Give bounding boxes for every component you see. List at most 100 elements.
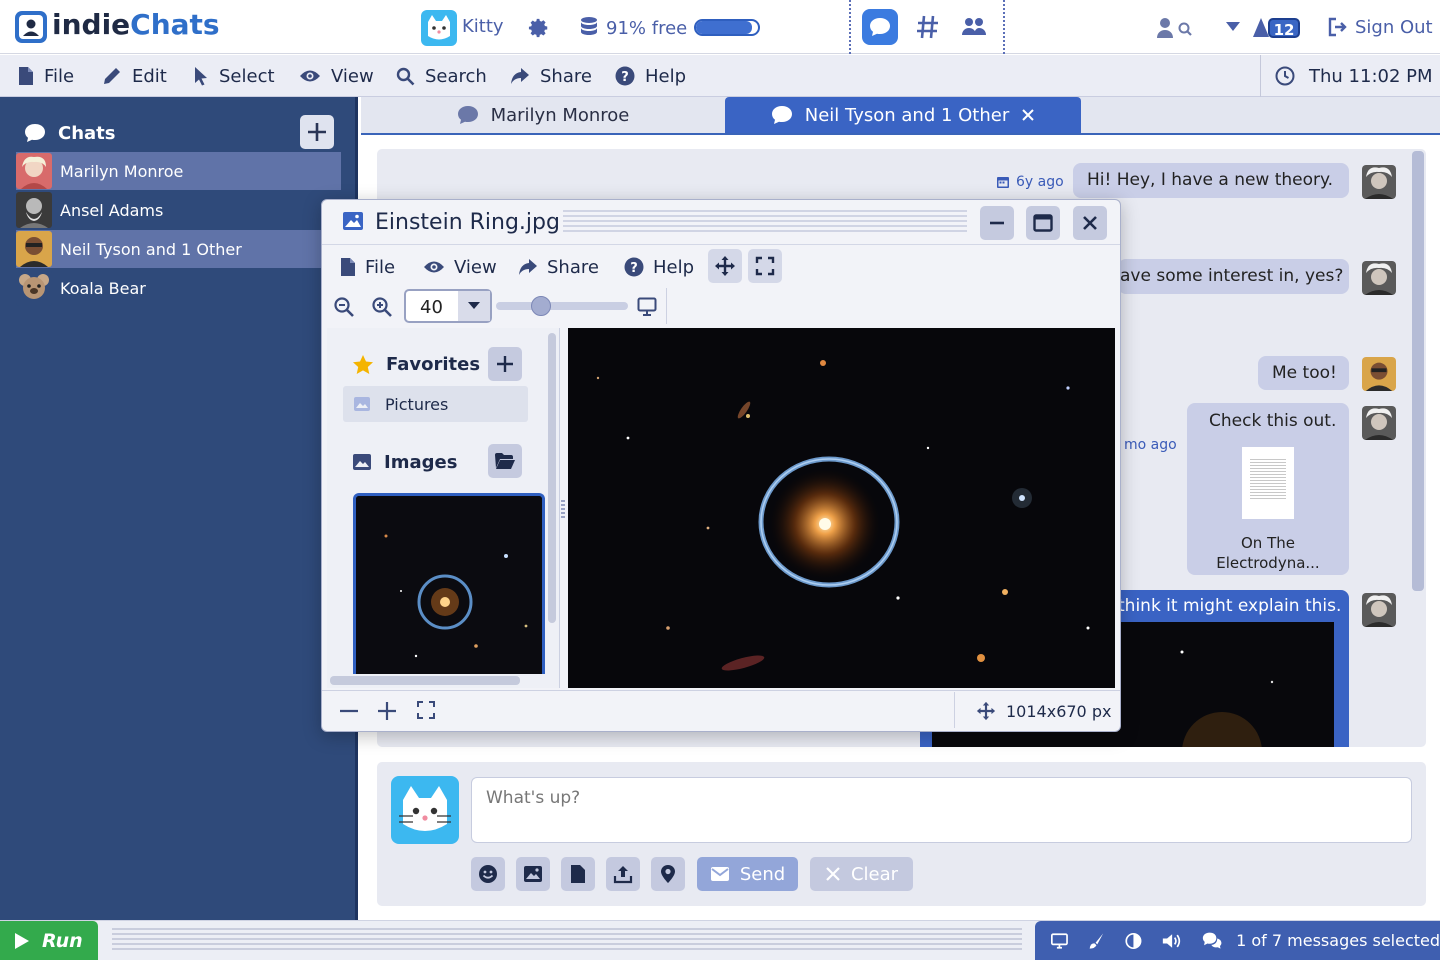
favorite-pictures[interactable]: Pictures	[343, 386, 528, 422]
file-icon	[341, 258, 355, 276]
image-icon	[353, 454, 371, 470]
zoom-in-button[interactable]	[376, 700, 398, 722]
contact-marilyn-monroe[interactable]: Marilyn Monroe	[16, 152, 341, 190]
add-favorite-button[interactable]	[488, 347, 522, 381]
add-chat-button[interactable]	[300, 115, 334, 149]
file-icon	[19, 67, 33, 85]
svg-text:?: ?	[621, 70, 629, 85]
window-drag-handle[interactable]	[563, 210, 967, 234]
avatar[interactable]	[1362, 357, 1396, 391]
viewer-menu-share[interactable]: Share	[518, 248, 599, 286]
menu-share-label: Share	[540, 65, 592, 87]
contact-ansel-adams[interactable]: Ansel Adams	[16, 191, 341, 229]
document-thumbnail[interactable]	[1242, 447, 1294, 519]
viewer-menu-view[interactable]: View	[423, 248, 497, 286]
images-title: Images	[384, 451, 458, 473]
sign-out-button[interactable]: Sign Out	[1355, 17, 1433, 38]
menu-share[interactable]: Share	[510, 55, 592, 97]
chats-view-button[interactable]	[862, 9, 898, 45]
tab-neil-tyson[interactable]: Neil Tyson and 1 Other	[725, 97, 1081, 133]
zoom-out-icon[interactable]	[333, 296, 355, 318]
menu-edit[interactable]: Edit	[102, 55, 167, 97]
move-icon	[976, 701, 996, 721]
user-name[interactable]: Kitty	[462, 16, 504, 37]
tab-marilyn-monroe[interactable]: Marilyn Monroe	[362, 97, 724, 133]
pan-tool-button[interactable]	[708, 249, 742, 283]
viewer-menu-help[interactable]: ? Help	[624, 248, 694, 286]
fullscreen-button[interactable]	[748, 249, 782, 283]
menu-view[interactable]: View	[299, 55, 374, 97]
upload-button[interactable]	[606, 857, 640, 891]
notification-badge[interactable]: 12	[1268, 18, 1300, 39]
volume-icon[interactable]	[1162, 931, 1182, 951]
message-text: Check this out.	[1209, 411, 1337, 431]
fit-button[interactable]	[416, 700, 436, 720]
message-bubble[interactable]: Hi! Hey, I have a new theory.	[1073, 163, 1349, 198]
location-button[interactable]	[651, 857, 685, 891]
contact-neil-tyson[interactable]: Neil Tyson and 1 Other	[16, 230, 341, 268]
menu-search[interactable]: Search	[396, 55, 487, 97]
help-icon: ?	[624, 257, 644, 277]
close-window-button[interactable]	[1073, 206, 1107, 240]
zoom-slider-thumb[interactable]	[530, 296, 551, 316]
menu-file[interactable]: File	[18, 55, 74, 97]
menu-search-label: Search	[425, 65, 487, 87]
app-logo: indieChats	[14, 8, 220, 44]
hashtag-icon[interactable]	[916, 14, 940, 40]
resize-grip[interactable]	[112, 928, 1022, 952]
message-time-text: 6y ago	[1016, 174, 1064, 190]
contrast-icon[interactable]	[1125, 931, 1142, 951]
side-pane-scrollbar[interactable]	[548, 333, 556, 623]
paintbrush-icon[interactable]	[1088, 931, 1105, 951]
logo-text-indie: indie	[52, 8, 131, 41]
avatar[interactable]	[1362, 406, 1396, 440]
clear-button[interactable]: Clear	[810, 857, 913, 891]
attach-file-button[interactable]	[561, 857, 595, 891]
viewer-menu-share-label: Share	[547, 256, 599, 278]
fit-screen-icon[interactable]	[637, 297, 657, 317]
clock[interactable]: Thu 11:02 PM	[1275, 55, 1433, 97]
monitor-icon[interactable]	[1051, 932, 1068, 950]
zoom-out-button[interactable]	[338, 700, 360, 722]
caret-down-icon	[468, 302, 480, 309]
open-folder-button[interactable]	[488, 444, 522, 478]
document-name-line1: On The	[1241, 534, 1295, 552]
message-bubble-file[interactable]: Check this out. On The Electrodyna...	[1187, 403, 1349, 575]
zoom-select[interactable]: 40	[404, 289, 492, 323]
user-search-icon[interactable]	[1156, 16, 1194, 40]
avatar[interactable]	[1362, 165, 1396, 199]
maximize-button[interactable]	[1026, 206, 1060, 240]
message-bubble[interactable]: Me too!	[1258, 356, 1349, 390]
close-icon[interactable]	[1021, 108, 1035, 122]
close-icon	[826, 867, 840, 881]
viewer-menu-file[interactable]: File	[340, 248, 395, 286]
gear-icon[interactable]	[528, 17, 550, 39]
zoom-in-icon[interactable]	[371, 296, 393, 318]
zoom-dropdown[interactable]	[458, 291, 490, 321]
caret-down-icon[interactable]	[1226, 22, 1240, 32]
contact-koala-bear[interactable]: Koala Bear	[16, 269, 341, 307]
side-pane-hscrollbar[interactable]	[330, 676, 520, 685]
menu-help[interactable]: ? Help	[615, 55, 686, 97]
chats-title: Chats	[58, 122, 116, 144]
avatar[interactable]	[1362, 593, 1396, 627]
minimize-button[interactable]	[980, 206, 1014, 240]
pane-splitter[interactable]	[561, 500, 565, 518]
sign-out-icon[interactable]	[1328, 17, 1348, 37]
message-bubble[interactable]: ave some interest in, yes?	[1118, 259, 1349, 294]
emoji-button[interactable]	[471, 857, 505, 891]
chat-scrollbar[interactable]	[1412, 151, 1424, 591]
run-button[interactable]: Run	[0, 921, 98, 960]
divider	[322, 244, 1120, 245]
zoom-slider[interactable]	[496, 302, 628, 310]
message-input[interactable]	[471, 777, 1412, 843]
help-icon: ?	[615, 66, 635, 86]
main-image[interactable]	[568, 328, 1115, 688]
image-thumbnail[interactable]	[353, 493, 545, 674]
avatar[interactable]	[1362, 261, 1396, 295]
menu-select[interactable]: Select	[193, 55, 275, 97]
send-button[interactable]: Send	[697, 857, 798, 891]
attach-image-button[interactable]	[516, 857, 550, 891]
users-icon[interactable]	[961, 15, 987, 39]
user-avatar[interactable]	[421, 10, 457, 46]
